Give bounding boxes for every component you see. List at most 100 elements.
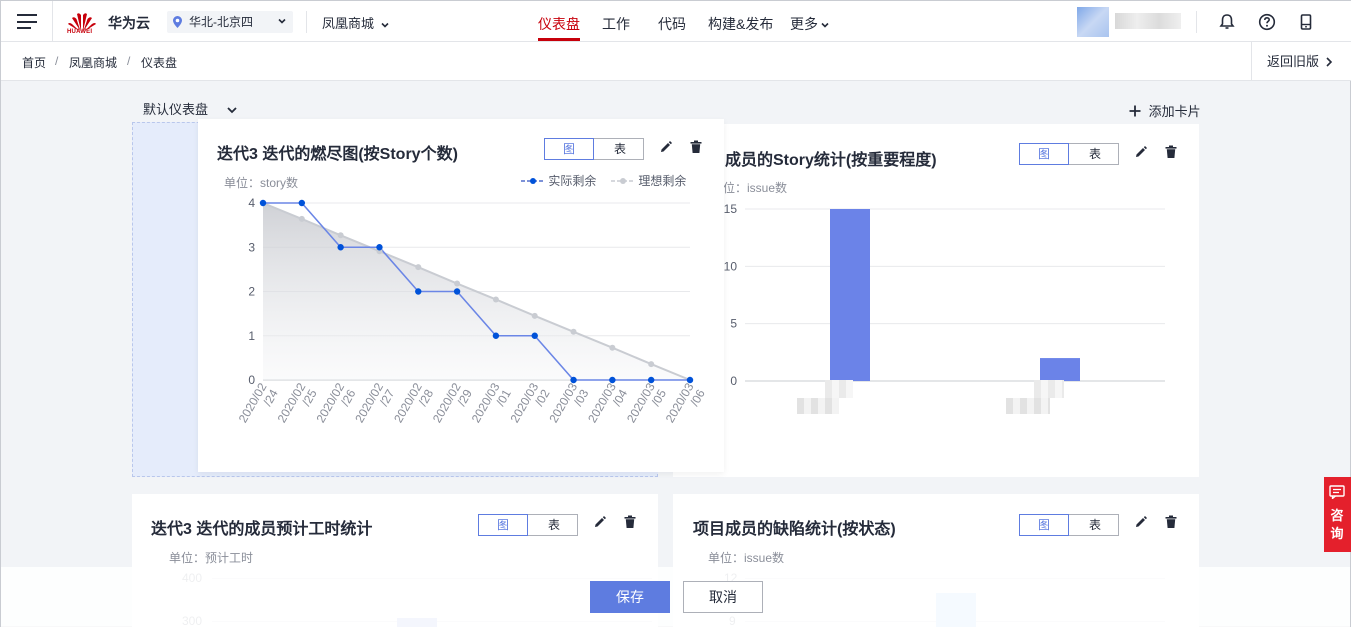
edit-icon[interactable] — [1134, 515, 1148, 529]
user-name-blurred[interactable] — [1115, 13, 1181, 29]
ideal-point — [454, 280, 461, 287]
y-tick-label: 1 — [248, 329, 255, 343]
cancel-button[interactable]: 取消 — [683, 581, 763, 613]
ideal-point — [609, 344, 616, 351]
hamburger-menu-icon[interactable] — [17, 14, 37, 29]
x-tick-label: 2020/03/06 — [663, 380, 708, 431]
ideal-point — [298, 215, 305, 222]
y-tick-label: 0 — [730, 374, 737, 388]
burndown-card[interactable]: 迭代3 迭代的燃尽图(按Story个数) 图 表 单位：story数 实际剩余 … — [198, 119, 724, 472]
nav-more-label: 更多 — [790, 16, 818, 32]
consult-float-button[interactable]: 咨询 — [1324, 477, 1351, 552]
breadcrumb-separator: / — [127, 54, 131, 68]
add-card-button[interactable]: 添加卡片 — [1129, 101, 1201, 120]
nav-code[interactable]: 代码 — [658, 14, 686, 34]
edit-icon[interactable] — [1134, 145, 1148, 159]
region-label: 华北-北京四 — [189, 15, 253, 29]
ideal-point — [531, 312, 538, 319]
delete-icon[interactable] — [1164, 515, 1178, 529]
divider — [52, 1, 53, 41]
x-tick-label: 2020/03/01 — [469, 380, 514, 431]
story-stats-bar-chart: 0 5 10 15 — [724, 202, 1165, 388]
defects-title: 项目成员的缺陷统计(按状态) — [693, 521, 896, 538]
actual-point — [609, 376, 616, 384]
x-tick-label: 2020/03/03 — [546, 380, 591, 431]
breadcrumb-project[interactable]: 凤凰商城 — [69, 54, 117, 71]
member-name-blurred — [797, 380, 853, 414]
table-view-toggle[interactable]: 表 — [1070, 515, 1120, 535]
y-tick-label: 10 — [724, 259, 738, 273]
delete-icon[interactable] — [623, 515, 637, 529]
nav-active-indicator — [538, 38, 580, 41]
y-tick-label: 5 — [730, 317, 737, 331]
plus-icon — [1129, 105, 1141, 117]
defects-view-toggle: 图 表 — [1019, 514, 1119, 536]
avatar[interactable] — [1077, 7, 1109, 37]
project-selector[interactable]: 凤凰商城 — [322, 13, 390, 32]
nav-more[interactable]: 更多 — [790, 14, 830, 34]
brand-name[interactable]: 华为云 — [108, 13, 150, 33]
dashboard-selector[interactable]: 默认仪表盘 — [143, 99, 238, 118]
story-stats-card: 成员的Story统计(按重要程度) 图 表 位：issue数 0 5 10 15 — [673, 124, 1199, 477]
story-stats-title: 成员的Story统计(按重要程度) — [725, 152, 937, 169]
actual-point — [531, 332, 538, 339]
divider — [306, 11, 307, 33]
back-to-old-version-label: 返回旧版 — [1267, 54, 1320, 69]
actual-point — [376, 244, 383, 251]
bottom-action-bar — [1, 567, 1350, 627]
chart-view-toggle[interactable]: 图 — [478, 514, 528, 536]
bell-icon[interactable] — [1218, 13, 1236, 31]
x-tick-label: 2020/03/04 — [585, 380, 630, 431]
hours-view-toggle: 图 表 — [478, 514, 578, 536]
chart-view-toggle[interactable]: 图 — [1019, 514, 1069, 536]
actual-point — [686, 376, 694, 384]
chevron-down-icon — [381, 22, 389, 28]
x-tick-label: 2020/02/28 — [391, 380, 436, 431]
y-tick-label: 3 — [248, 240, 255, 254]
nav-dashboard[interactable]: 仪表盘 — [538, 14, 580, 34]
actual-point — [647, 376, 655, 384]
help-icon[interactable] — [1258, 13, 1276, 31]
add-card-label: 添加卡片 — [1148, 104, 1201, 119]
breadcrumb-current: 仪表盘 — [141, 56, 178, 70]
ideal-point — [415, 264, 422, 271]
nav-build-release[interactable]: 构建&发布 — [708, 14, 773, 34]
bar — [830, 209, 870, 381]
table-view-toggle[interactable]: 表 — [529, 515, 579, 535]
actual-point — [415, 288, 422, 295]
dashboard-selector-label: 默认仪表盘 — [143, 102, 209, 117]
x-tick-label: 2020/02/26 — [313, 380, 358, 431]
ideal-point — [570, 328, 577, 335]
table-view-toggle[interactable]: 表 — [1070, 144, 1120, 164]
delete-icon[interactable] — [1164, 145, 1178, 159]
breadcrumb-home[interactable]: 首页 — [22, 54, 46, 71]
chevron-down-icon — [278, 18, 286, 24]
ideal-point — [492, 296, 499, 303]
hours-unit: 单位：预计工时 — [169, 551, 254, 565]
breadcrumb: 首页 / 凤凰商城 / 仪表盘 返回旧版 — [1, 42, 1351, 81]
x-tick-label: 2020/02/25 — [275, 380, 320, 431]
actual-point — [298, 199, 306, 207]
chevron-down-icon — [227, 107, 237, 114]
location-pin-icon — [173, 16, 182, 28]
burndown-line-chart: 012342020/02/242020/02/252020/02/262020/… — [236, 196, 708, 431]
y-tick-label: 15 — [724, 202, 738, 216]
actual-point — [492, 332, 500, 339]
x-tick-label: 2020/02/24 — [236, 380, 281, 431]
consult-label: 咨询 — [1330, 508, 1344, 541]
actual-point — [570, 376, 577, 384]
mobile-icon[interactable] — [1297, 13, 1315, 31]
project-label: 凤凰商城 — [322, 16, 375, 31]
nav-work[interactable]: 工作 — [602, 14, 630, 34]
hours-title: 迭代3 迭代的成员预计工时统计 — [151, 521, 373, 538]
chart-view-toggle[interactable]: 图 — [1019, 143, 1069, 165]
actual-point — [259, 199, 267, 207]
actual-point — [337, 244, 344, 251]
actual-point — [453, 288, 461, 295]
back-to-old-version-button[interactable]: 返回旧版 — [1251, 42, 1351, 81]
save-button[interactable]: 保存 — [590, 581, 670, 613]
edit-icon[interactable] — [593, 515, 607, 529]
region-selector[interactable]: 华北-北京四 — [167, 11, 293, 33]
bar — [1040, 358, 1080, 381]
x-tick-label: 2020/02/29 — [430, 380, 475, 431]
